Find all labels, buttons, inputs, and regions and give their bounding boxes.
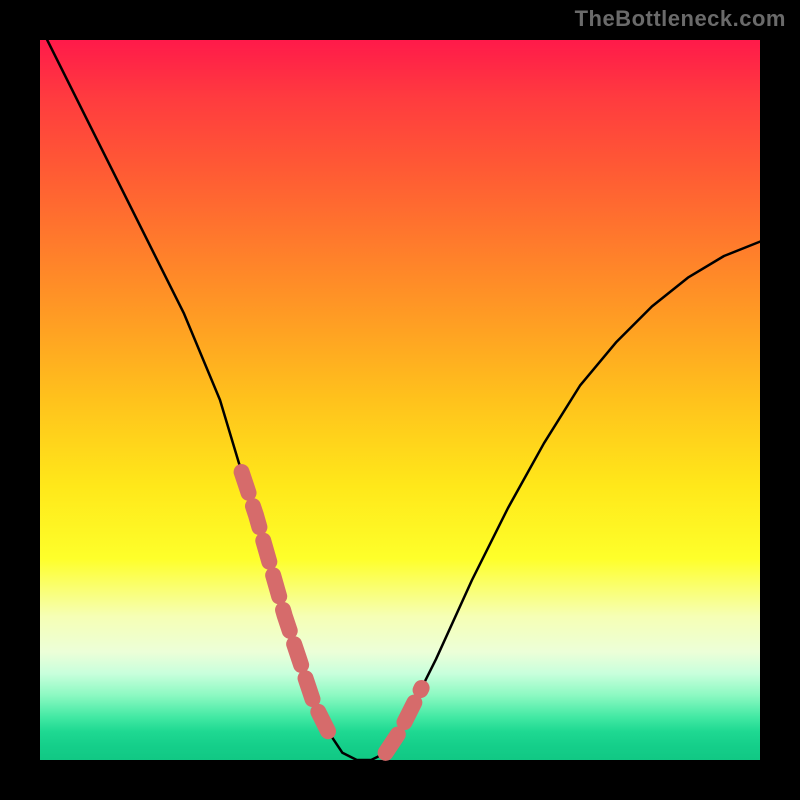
- right-ascent-highlight: [386, 688, 422, 753]
- plot-area: [40, 40, 760, 760]
- left-descent-highlight: [242, 472, 328, 731]
- watermark-text: TheBottleneck.com: [575, 6, 786, 32]
- bottleneck-curve: [40, 26, 760, 760]
- curve-svg: [40, 40, 760, 760]
- chart-frame: TheBottleneck.com: [0, 0, 800, 800]
